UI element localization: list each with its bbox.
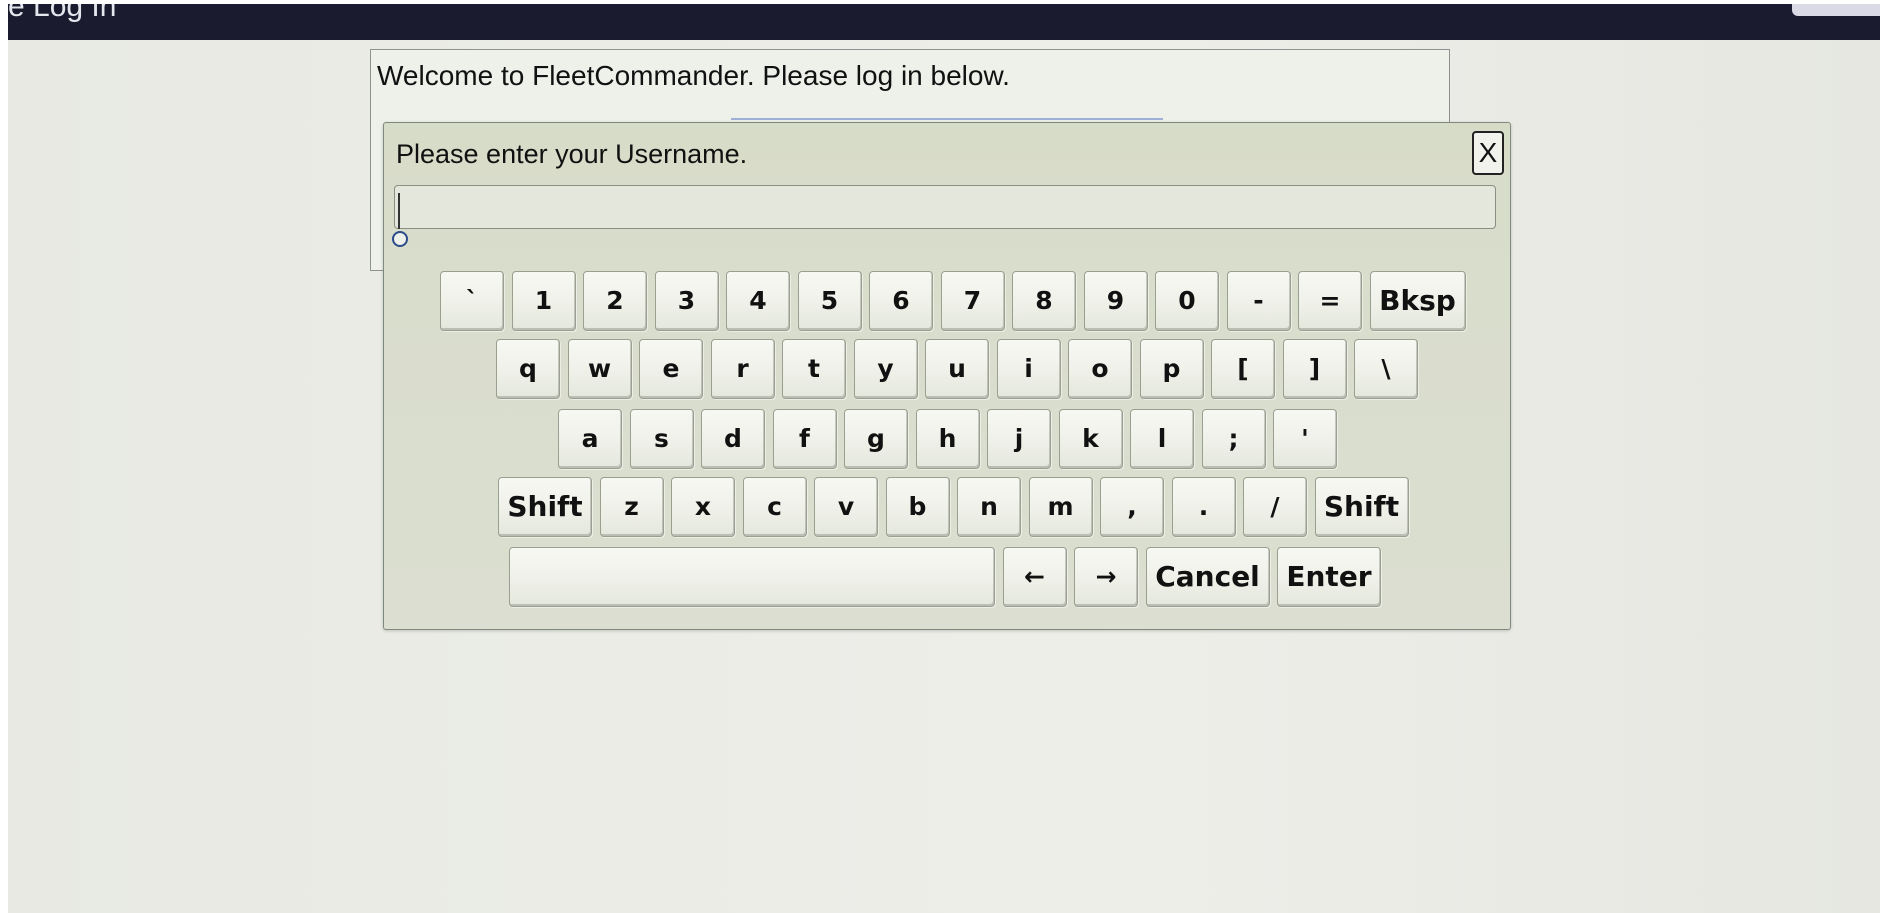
key-r[interactable]: r — [710, 339, 775, 399]
key-s[interactable]: s — [629, 409, 694, 469]
key-4[interactable]: 4 — [726, 271, 790, 331]
key-0[interactable]: 0 — [1155, 271, 1219, 331]
key-cancel[interactable]: Cancel — [1145, 547, 1270, 607]
caret-handle-icon[interactable] — [392, 231, 408, 247]
key-period[interactable]: . — [1171, 477, 1236, 537]
key-apostrophe[interactable]: ' — [1273, 409, 1337, 469]
key-t[interactable]: t — [782, 339, 846, 399]
key-2[interactable]: 2 — [583, 271, 647, 331]
underline-link[interactable] — [731, 118, 1163, 120]
key-shift[interactable]: Shift — [1314, 477, 1409, 537]
key-equals[interactable]: = — [1298, 271, 1362, 331]
key-1[interactable]: 1 — [511, 271, 576, 331]
key-right-bracket[interactable]: ] — [1282, 339, 1347, 399]
key-f[interactable]: f — [772, 409, 837, 469]
key-x[interactable]: x — [671, 477, 735, 537]
app-title-bar: e Log In — [8, 4, 1880, 40]
key-7[interactable]: 7 — [940, 271, 1005, 331]
key-n[interactable]: n — [957, 477, 1021, 537]
key-a[interactable]: a — [558, 409, 622, 469]
key-i[interactable]: i — [996, 339, 1061, 399]
on-screen-keyboard-dialog: Please enter your Username. X ` 1 2 3 4 5 6 7 8 9… — [383, 122, 1511, 630]
page-title: e Log In — [8, 4, 117, 23]
key-k[interactable]: k — [1058, 409, 1123, 469]
key-backslash[interactable]: \ — [1354, 339, 1418, 399]
key-e[interactable]: e — [639, 339, 703, 399]
close-button[interactable]: X — [1472, 131, 1504, 175]
key-5[interactable]: 5 — [797, 271, 862, 331]
key-b[interactable]: b — [885, 477, 950, 537]
key-o[interactable]: o — [1068, 339, 1132, 399]
home-button[interactable] — [1792, 4, 1880, 16]
key-w[interactable]: w — [567, 339, 632, 399]
key-l[interactable]: l — [1130, 409, 1194, 469]
key-minus[interactable]: - — [1226, 271, 1291, 331]
welcome-message: Welcome to FleetCommander. Please log in… — [377, 60, 1010, 91]
key-left-bracket[interactable]: [ — [1211, 339, 1275, 399]
key-m[interactable]: m — [1028, 477, 1093, 537]
key-8[interactable]: 8 — [1012, 271, 1076, 331]
key-c[interactable]: c — [742, 477, 807, 537]
text-caret — [398, 193, 400, 229]
key-9[interactable]: 9 — [1083, 271, 1148, 331]
screen: e Log In Welcome to FleetCommander. Plea… — [8, 4, 1880, 913]
key-enter[interactable]: Enter — [1277, 547, 1381, 607]
key-h[interactable]: h — [915, 409, 980, 469]
key-v[interactable]: v — [814, 477, 878, 537]
key-backtick[interactable]: ` — [440, 271, 504, 331]
key-z[interactable]: z — [599, 477, 664, 537]
key-bksp[interactable]: Bksp — [1369, 271, 1466, 331]
key-shift[interactable]: Shift — [498, 477, 592, 537]
key-left-arrow[interactable]: ← — [1002, 547, 1067, 607]
key-j[interactable]: j — [987, 409, 1051, 469]
key-g[interactable]: g — [844, 409, 908, 469]
key-y[interactable]: y — [853, 339, 918, 399]
key-d[interactable]: d — [701, 409, 765, 469]
username-entry-field[interactable] — [394, 185, 1496, 229]
key-3[interactable]: 3 — [654, 271, 719, 331]
key-q[interactable]: q — [496, 339, 560, 399]
username-prompt: Please enter your Username. — [396, 139, 748, 169]
key-u[interactable]: u — [925, 339, 989, 399]
key-6[interactable]: 6 — [869, 271, 933, 331]
key-space[interactable] — [509, 547, 995, 607]
key-p[interactable]: p — [1139, 339, 1204, 399]
key-comma[interactable]: , — [1100, 477, 1164, 537]
key-right-arrow[interactable]: → — [1074, 547, 1138, 607]
key-slash[interactable]: / — [1243, 477, 1307, 537]
key-semicolon[interactable]: ; — [1201, 409, 1266, 469]
